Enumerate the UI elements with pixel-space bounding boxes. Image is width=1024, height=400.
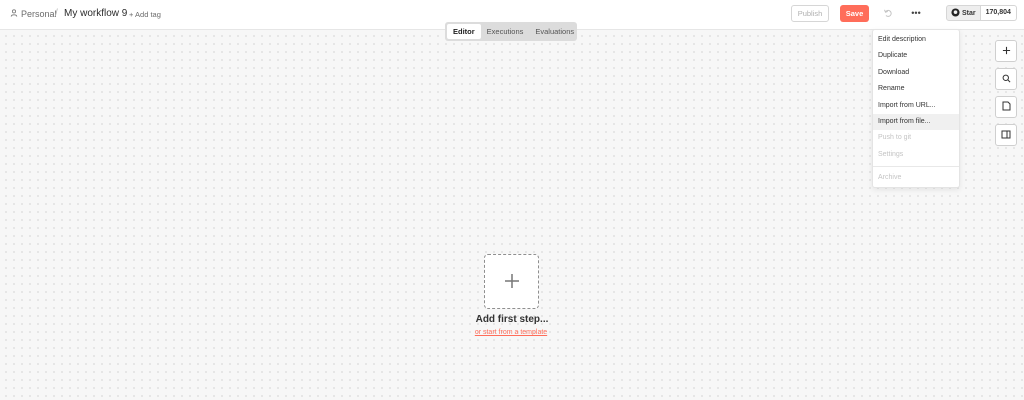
menu-item-push-git: Push to git [878,134,912,142]
menu-item-import-file[interactable]: Import from file... [873,113,959,131]
menu-item-duplicate[interactable]: Duplicate [873,48,959,64]
add-first-step-button[interactable] [484,254,539,309]
workflow-name[interactable]: My workflow 9 [64,8,127,19]
menu-item-archive: Archive [878,174,902,182]
view-tabs: Editor Executions Evaluations [445,22,577,41]
sticky-note-icon [1002,101,1011,113]
add-sticky-note-button[interactable] [995,96,1017,118]
menu-item-download[interactable]: Download [873,65,959,81]
add-first-step-label: Add first step... [475,314,549,325]
breadcrumb-separator: / [55,8,58,19]
tab-executions[interactable]: Executions [481,24,530,39]
menu-item-rename[interactable]: Rename [873,81,959,97]
menu-item-import-url[interactable]: Import from URL... [873,98,959,114]
start-from-template-link[interactable]: or start from a template [452,329,570,336]
toggle-panel-button[interactable] [995,124,1017,146]
more-options-button[interactable]: ••• [910,8,922,18]
search-icon [1002,74,1011,85]
github-star-button[interactable]: Star [946,5,981,21]
tab-evaluations[interactable]: Evaluations [529,24,580,39]
save-button[interactable]: Save [840,5,869,22]
search-nodes-button[interactable] [995,68,1017,90]
panel-icon [1001,130,1011,141]
tab-editor[interactable]: Editor [447,24,481,39]
github-star-label: Star [962,9,976,17]
menu-divider [873,166,959,168]
plus-icon [503,272,521,292]
menu-item-edit-description[interactable]: Edit description [873,32,959,48]
breadcrumb-personal-label: Personal [21,9,57,19]
plus-icon [1002,46,1011,57]
add-node-button[interactable] [995,40,1017,62]
publish-button[interactable]: Publish [791,5,829,22]
github-star-widget[interactable]: Star 170,804 [946,5,1017,22]
workflow-options-menu: Edit description Duplicate Download Rena… [872,29,960,188]
add-tag-button[interactable]: + Add tag [129,10,161,19]
workflow-canvas[interactable] [0,30,1024,400]
github-icon [951,7,960,19]
github-star-count[interactable]: 170,804 [980,5,1017,21]
breadcrumb-personal[interactable]: Personal [10,9,57,19]
user-icon [10,9,18,19]
menu-item-settings: Settings [878,150,904,158]
undo-icon[interactable] [883,8,893,18]
